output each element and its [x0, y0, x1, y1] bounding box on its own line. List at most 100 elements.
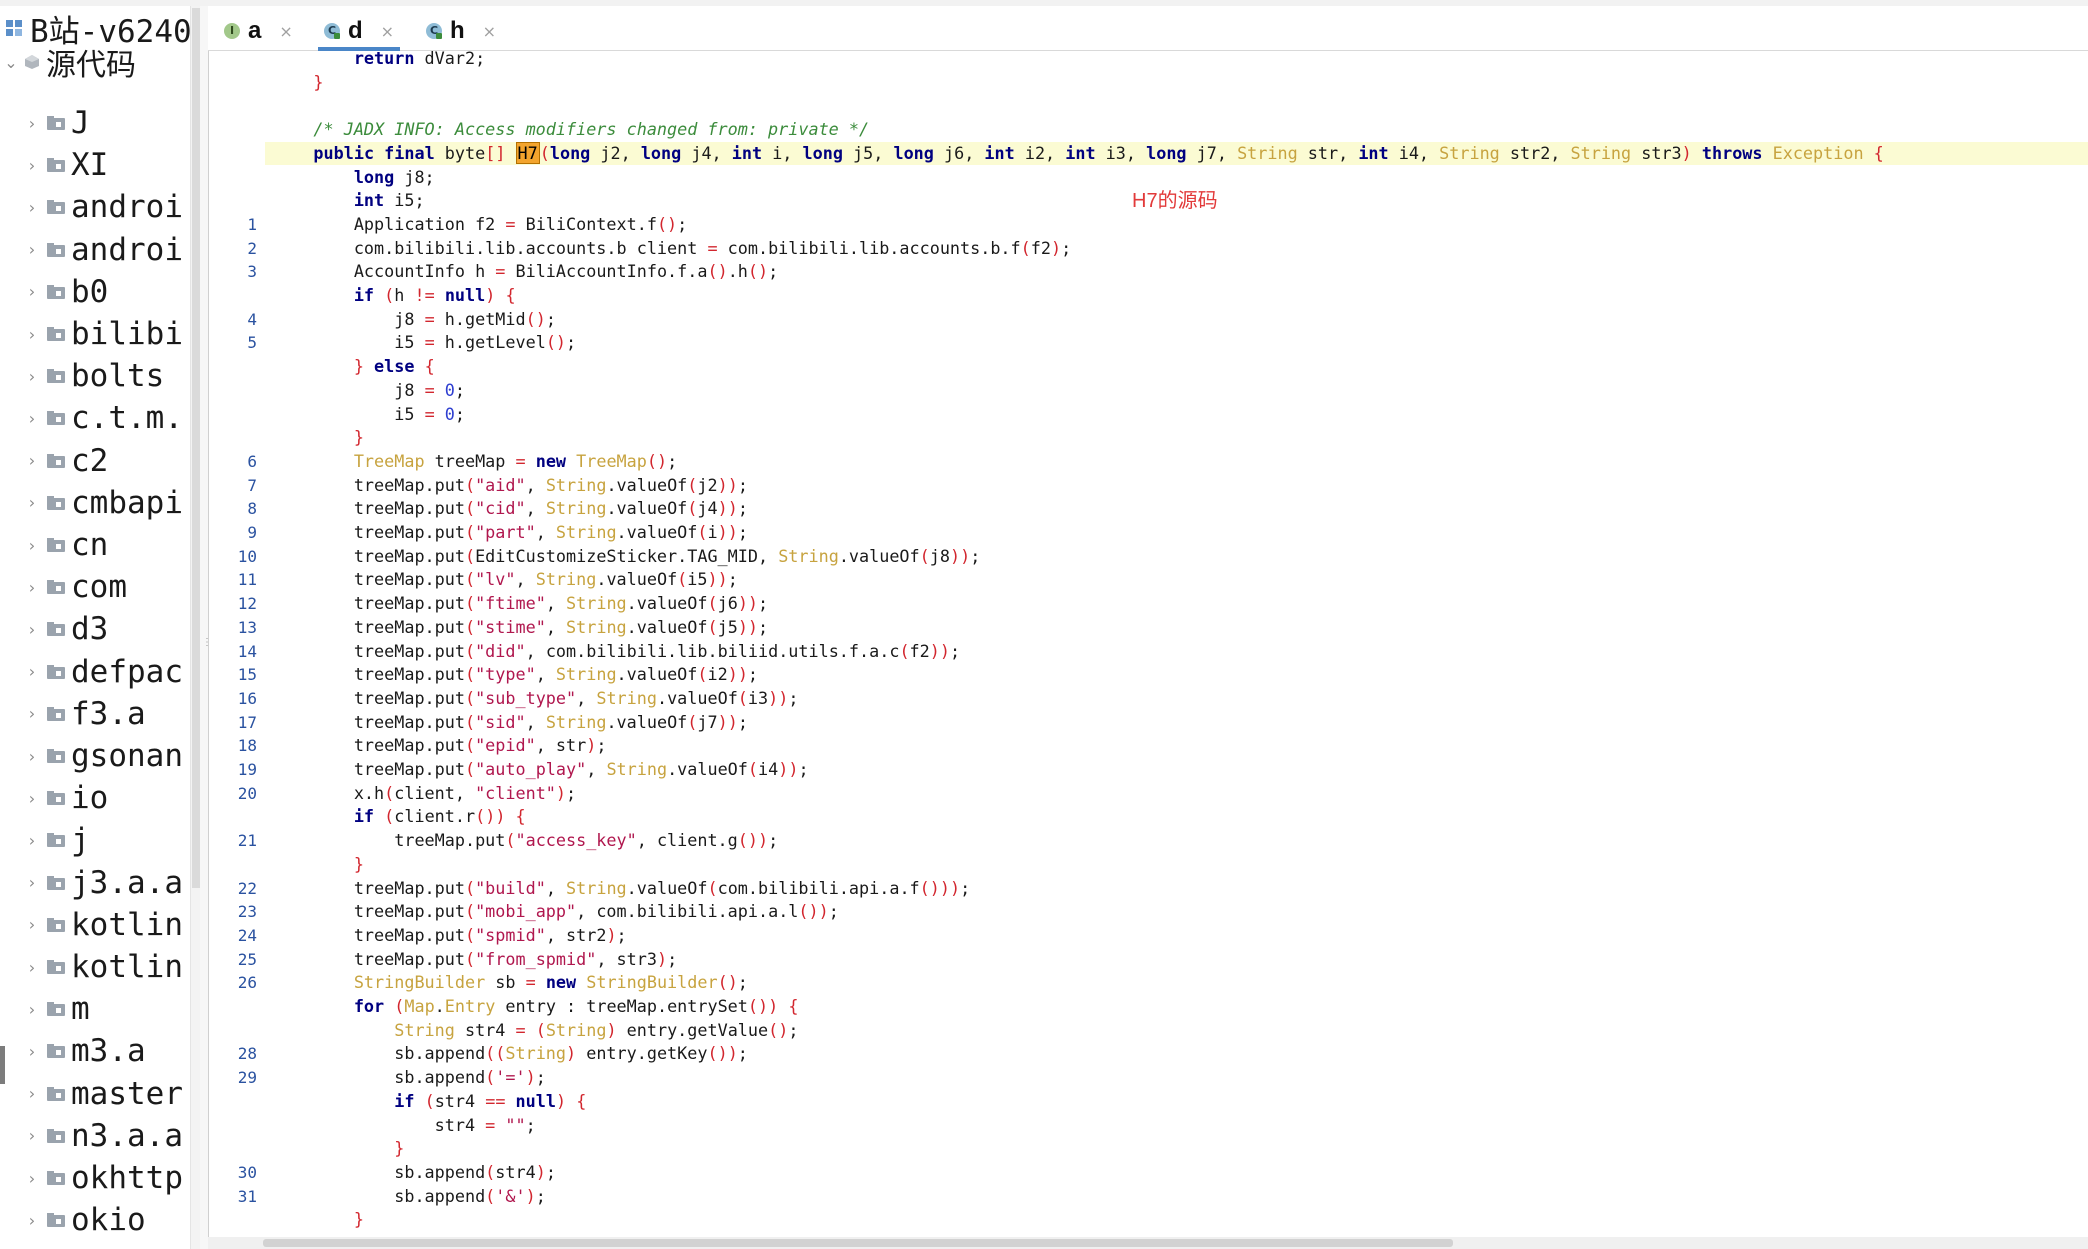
chevron-right-icon[interactable]: ›: [25, 578, 39, 597]
code-line[interactable]: treeMap.put("access_key", client.g());: [265, 829, 2088, 853]
tree-item[interactable]: › m: [0, 989, 90, 1029]
tree-item[interactable]: › master: [0, 1074, 183, 1114]
code-line[interactable]: com.bilibili.lib.accounts.b client = com…: [265, 237, 2088, 261]
tree-item[interactable]: › okio: [0, 1200, 146, 1240]
code-line[interactable]: i5 = h.getLevel();: [265, 331, 2088, 355]
code-line[interactable]: treeMap.put("spmid", str2);: [265, 924, 2088, 948]
code-line[interactable]: sb.append((String) entry.getKey());: [265, 1042, 2088, 1066]
chevron-right-icon[interactable]: ›: [25, 620, 39, 639]
code-line[interactable]: return dVar2;: [265, 51, 2088, 71]
close-icon[interactable]: ×: [381, 22, 394, 41]
chevron-right-icon[interactable]: ›: [25, 1084, 39, 1103]
code-line[interactable]: treeMap.put("auto_play", String.valueOf(…: [265, 758, 2088, 782]
tab-h[interactable]: C h ×: [426, 12, 496, 50]
code-line[interactable]: sb.append('&');: [265, 1185, 2088, 1209]
chevron-right-icon[interactable]: ›: [25, 156, 39, 175]
code-line[interactable]: treeMap.put("cid", String.valueOf(j4));: [265, 497, 2088, 521]
code-line[interactable]: Application f2 = BiliContext.f();: [265, 213, 2088, 237]
chevron-right-icon[interactable]: ›: [25, 1000, 39, 1019]
chevron-right-icon[interactable]: ›: [25, 409, 39, 428]
tree-item[interactable]: › c.t.m.: [0, 398, 183, 438]
tree-item[interactable]: › n3.a.a: [0, 1116, 183, 1156]
code-line[interactable]: AccountInfo h = BiliAccountInfo.f.a().h(…: [265, 260, 2088, 284]
chevron-right-icon[interactable]: ›: [25, 831, 39, 850]
code-line[interactable]: treeMap.put("type", String.valueOf(i2));: [265, 663, 2088, 687]
tree-item[interactable]: › androi: [0, 230, 183, 270]
tree-item[interactable]: › gsonan: [0, 736, 183, 776]
tree-item[interactable]: › j3.a.a: [0, 863, 183, 903]
tree-item[interactable]: › f3.a: [0, 694, 146, 734]
code-line[interactable]: }: [265, 426, 2088, 450]
code-line[interactable]: treeMap.put(EditCustomizeSticker.TAG_MID…: [265, 545, 2088, 569]
code-line[interactable]: if (h != null) {: [265, 284, 2088, 308]
tree-item[interactable]: › b0: [0, 272, 109, 312]
code-line[interactable]: public final byte[] H7 (long j2, long j4,…: [265, 141, 2088, 166]
code-line[interactable]: treeMap.put("sub_type", String.valueOf(i…: [265, 687, 2088, 711]
chevron-right-icon[interactable]: ›: [25, 325, 39, 344]
tree-item[interactable]: › cmbapi: [0, 483, 183, 523]
sidebar-scroll-thumb[interactable]: [192, 8, 200, 888]
code-line[interactable]: treeMap.put("did", com.bilibili.lib.bili…: [265, 640, 2088, 664]
code-line[interactable]: }: [265, 1137, 2088, 1161]
code-line[interactable]: treeMap.put("sid", String.valueOf(j7));: [265, 711, 2088, 735]
chevron-right-icon[interactable]: ›: [25, 493, 39, 512]
splitter-grip-icon[interactable]: ⋮: [202, 638, 212, 670]
chevron-right-icon[interactable]: ›: [25, 1211, 39, 1230]
code-line[interactable]: for (Map.Entry entry : treeMap.entrySet(…: [265, 995, 2088, 1019]
code-line[interactable]: String str4 = (String) entry.getValue();: [265, 1019, 2088, 1043]
tree-item[interactable]: › bolts: [0, 356, 165, 396]
code-line[interactable]: j8 = h.getMid();: [265, 308, 2088, 332]
code-line[interactable]: [265, 94, 2088, 118]
code-line[interactable]: treeMap.put("stime", String.valueOf(j5))…: [265, 616, 2088, 640]
code-line[interactable]: } else {: [265, 355, 2088, 379]
code-line[interactable]: }: [265, 71, 2088, 95]
code-editor[interactable]: 1 2 3 4 5 6 7 8 9 10 11 12 13 14 15 16 17 18 19 20 21 22 23 24 2…: [208, 51, 2088, 1237]
chevron-right-icon[interactable]: ›: [25, 873, 39, 892]
chevron-right-icon[interactable]: ›: [25, 915, 39, 934]
chevron-right-icon[interactable]: ›: [25, 747, 39, 766]
tree-item[interactable]: › m3.a: [0, 1031, 146, 1071]
tree-item[interactable]: › androi: [0, 187, 183, 227]
chevron-right-icon[interactable]: ›: [25, 451, 39, 470]
tree-item[interactable]: › bilibi: [0, 314, 183, 354]
tree-item[interactable]: › d3: [0, 609, 109, 649]
tree-item[interactable]: › com: [0, 567, 127, 607]
chevron-right-icon[interactable]: ›: [25, 240, 39, 259]
code-line[interactable]: }: [265, 1208, 2088, 1232]
tree-item[interactable]: › J: [0, 103, 90, 143]
chevron-right-icon[interactable]: ›: [25, 789, 39, 808]
code-line[interactable]: treeMap.put("part", String.valueOf(i));: [265, 521, 2088, 545]
code-line[interactable]: if (str4 == null) {: [265, 1090, 2088, 1114]
project-tree[interactable]: B站-v6240 ⌄ 源代码 › J › XI › androi › androi › b0 › bi…: [0, 6, 190, 1249]
tab-a[interactable]: I a ×: [224, 12, 293, 50]
code-line[interactable]: }: [265, 853, 2088, 877]
tree-item[interactable]: › io: [0, 778, 109, 818]
tree-item[interactable]: › c2: [0, 441, 109, 481]
tree-item[interactable]: › kotlin: [0, 947, 183, 987]
code-line[interactable]: treeMap.put("ftime", String.valueOf(j6))…: [265, 592, 2088, 616]
close-icon[interactable]: ×: [483, 22, 496, 41]
code-line[interactable]: treeMap.put("mobi_app", com.bilibili.api…: [265, 900, 2088, 924]
code-line[interactable]: treeMap.put("epid", str);: [265, 734, 2088, 758]
chevron-down-icon[interactable]: ⌄: [4, 53, 18, 72]
code-line[interactable]: sb.append(str4);: [265, 1161, 2088, 1185]
horizontal-scroll-thumb[interactable]: [263, 1239, 1453, 1247]
code-line[interactable]: treeMap.put("build", String.valueOf(com.…: [265, 877, 2088, 901]
code-line[interactable]: /* JADX INFO: Access modifiers changed f…: [265, 118, 2088, 142]
code-line[interactable]: if (client.r()) {: [265, 805, 2088, 829]
chevron-right-icon[interactable]: ›: [25, 1042, 39, 1061]
chevron-right-icon[interactable]: ›: [25, 662, 39, 681]
chevron-right-icon[interactable]: ›: [25, 1126, 39, 1145]
tree-source-root[interactable]: ⌄ 源代码: [0, 42, 136, 83]
tree-item[interactable]: › okhttp: [0, 1158, 183, 1198]
code-line[interactable]: j8 = 0;: [265, 379, 2088, 403]
code-line[interactable]: treeMap.put("from_spmid", str3);: [265, 948, 2088, 972]
chevron-right-icon[interactable]: ›: [25, 282, 39, 301]
chevron-right-icon[interactable]: ›: [25, 704, 39, 723]
chevron-right-icon[interactable]: ›: [25, 198, 39, 217]
tab-d[interactable]: C d ×: [317, 12, 401, 51]
code-line[interactable]: TreeMap treeMap = new TreeMap();: [265, 450, 2088, 474]
editor-horizontal-scrollbar[interactable]: [208, 1237, 2088, 1249]
tree-item[interactable]: › j: [0, 820, 90, 860]
code-line[interactable]: sb.append('=');: [265, 1066, 2088, 1090]
